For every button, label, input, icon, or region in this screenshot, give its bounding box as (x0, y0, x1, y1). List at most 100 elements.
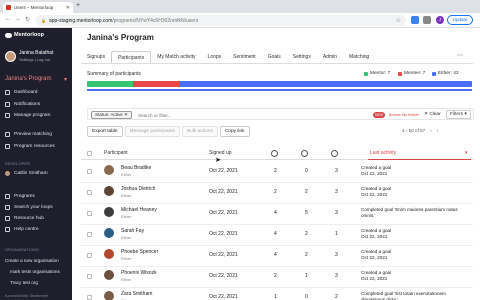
participant-name[interactable]: Phoenix Wisozk (121, 270, 157, 276)
update-button[interactable]: Update (447, 15, 473, 25)
clear-button[interactable]: ✕ Clear (424, 111, 441, 119)
new-feature-text[interactable]: Browse this feature (389, 112, 419, 118)
search-input[interactable] (138, 111, 288, 119)
organisations-label: ORGANISATIONS (5, 248, 39, 252)
last-activity-date: Oct 22, 2021 (361, 275, 388, 281)
sidebar-item-label: Dashboard (14, 90, 38, 95)
last-activity: Completed goal 'Est totam exercitationem… (361, 291, 471, 300)
org-link[interactable]: Tracy test org (10, 280, 38, 285)
tab-my-match-activity[interactable]: My Match activity (151, 51, 201, 63)
goals-count: 3 (335, 168, 338, 174)
reload-icon[interactable]: ↻ (25, 16, 30, 23)
more-options-icon[interactable]: ⋯ (457, 52, 463, 59)
sidebar-item-program-resources[interactable]: Program resources (5, 144, 55, 149)
tab-admin[interactable]: Admin (317, 51, 343, 63)
bookmark-star-icon[interactable]: ☆ (396, 17, 401, 24)
row-checkbox[interactable] (87, 211, 92, 216)
sidebar-item-label: Help centre (14, 227, 39, 232)
extension-icon[interactable] (411, 16, 419, 24)
last-activity: Created a goal Oct 22, 2021 (361, 186, 471, 197)
tab-signups[interactable]: Signups (81, 51, 111, 63)
browser-tab[interactable]: Users – Mentorloop ✕ (3, 2, 73, 13)
tab-settings[interactable]: Settings (287, 51, 317, 63)
bulk-actions-button[interactable]: Bulk actions (181, 126, 218, 137)
row-checkbox[interactable] (87, 274, 92, 279)
last-activity-date: Oct 22, 2021 (361, 170, 388, 176)
avatar[interactable] (5, 50, 16, 62)
filters-button[interactable]: Filters ▾ (446, 110, 471, 119)
row-checkbox[interactable] (87, 295, 92, 300)
loops-column-icon[interactable] (271, 150, 278, 157)
create-organisation-link[interactable]: Create a new organisation (5, 258, 59, 263)
message-participants-button[interactable]: Message participants (124, 126, 180, 137)
sidebar-item-notifications[interactable]: Notifications (5, 102, 40, 107)
tab-matching[interactable]: Matching (343, 51, 375, 63)
logo[interactable]: Mentorloop (5, 32, 44, 38)
participant-name[interactable]: Michael Heaney (121, 207, 157, 213)
next-page-icon[interactable]: › (437, 128, 439, 133)
sidebar-item-preview-matching[interactable]: Preview matching (5, 132, 52, 137)
user-links[interactable]: Settings | Log out (19, 57, 53, 62)
accessibility-link[interactable]: Accessibility Statement (5, 294, 49, 298)
export-table-button[interactable]: Export table (87, 126, 123, 137)
sidebar-item-label: Manage program (14, 113, 51, 118)
row-checkbox[interactable] (87, 232, 92, 237)
tab-participants[interactable]: Participants (111, 51, 152, 63)
participant-name[interactable]: Joshua Dietrich (121, 186, 155, 192)
sidebar-item-search-loops[interactable]: Search your loops (5, 205, 53, 210)
participant-name[interactable]: Sarah Fay (121, 228, 144, 234)
participant-column-header[interactable]: Participant (104, 147, 128, 160)
back-icon[interactable]: ← (5, 16, 11, 22)
row-checkbox[interactable] (87, 169, 92, 174)
select-all-checkbox[interactable] (87, 151, 92, 156)
table-row[interactable]: Michael Heaney Either Oct 22, 2021 4 5 3 Compl… (81, 204, 473, 225)
sidebar: Mentorloop Janina Balathat Settings | Lo… (0, 28, 72, 300)
participant-name[interactable]: Beau Bradtke (121, 165, 151, 171)
table-row[interactable]: Joshua Dietrich Either Oct 22, 2021 2 2 3 Crea… (81, 183, 473, 204)
status-filter-chip[interactable]: Status: Active ✕ (91, 111, 132, 119)
copy-link-button[interactable]: Copy link (219, 126, 250, 137)
developer-user[interactable]: Caitlin Smitham (5, 171, 48, 176)
extensions-puzzle-icon[interactable] (423, 16, 431, 24)
summary-sub-bar (87, 89, 472, 91)
table-row[interactable]: Beau Bradtke Either Oct 22, 2021 2 0 3 Created… (81, 162, 473, 183)
org-link[interactable]: mark tests organisations (10, 269, 60, 274)
participant-name[interactable]: Zara Smitham (121, 291, 152, 297)
sidebar-item-programs[interactable]: Programs (5, 194, 35, 199)
goals-count: 3 (335, 210, 338, 216)
close-tab-icon[interactable]: ✕ (66, 5, 70, 11)
signed-up-date: Oct 22, 2021 (209, 210, 238, 216)
row-checkbox[interactable] (87, 190, 92, 195)
address-bar[interactable]: 🔒 app-staging.mentorloop.com/programs/NY… (36, 15, 406, 26)
loops-count: 2 (274, 168, 277, 174)
summary-label: Summary of participants (87, 71, 141, 77)
prev-page-icon[interactable]: ‹ (430, 128, 432, 133)
sentiment-column-icon[interactable] (301, 150, 308, 157)
sidebar-item-dashboard[interactable]: Dashboard (5, 90, 37, 95)
goals-column-icon[interactable] (331, 150, 338, 157)
tab-loops[interactable]: Loops (202, 51, 228, 63)
tab-goals[interactable]: Goals (262, 51, 287, 63)
legend-label: Mentee: 7 (404, 71, 426, 76)
new-tab-icon[interactable]: + (76, 2, 80, 9)
table-row[interactable]: Sarah Fay Either Oct 22, 2021 4 2 1 Created a … (81, 225, 473, 246)
table-row[interactable]: Phoebe Spencer Either Oct 22, 2021 4 2 3 Creat… (81, 246, 473, 267)
participant-name[interactable]: Phoebe Spencer (121, 249, 158, 255)
favicon-icon (6, 5, 11, 10)
sidebar-item-label: Notifications (14, 102, 41, 107)
page-range: 1 - 50 of 57 (402, 128, 426, 133)
tabs-divider (81, 63, 473, 64)
sidebar-item-manage-program[interactable]: Manage program (5, 113, 51, 118)
row-checkbox[interactable] (87, 253, 92, 258)
table-row[interactable]: Zara SmithamEitherOct 22, 2021102Complet… (81, 288, 473, 300)
sidebar-item-help-centre[interactable]: Help centre (5, 227, 39, 232)
profile-avatar[interactable]: J (436, 16, 444, 24)
program-selector[interactable]: Janina's Program ▾ (5, 76, 67, 83)
hub-icon (5, 216, 10, 221)
table-row[interactable]: Phoenix Wisozk Either Oct 22, 2021 2 1 3 Creat… (81, 267, 473, 288)
tab-sentiment[interactable]: Sentiment (227, 51, 262, 63)
goals-count: 3 (335, 189, 338, 195)
sidebar-item-resource-hub[interactable]: Resource hub (5, 216, 44, 221)
user-profile: Janina Balathat Settings | Log out (5, 50, 53, 62)
forward-icon[interactable]: → (15, 16, 21, 22)
